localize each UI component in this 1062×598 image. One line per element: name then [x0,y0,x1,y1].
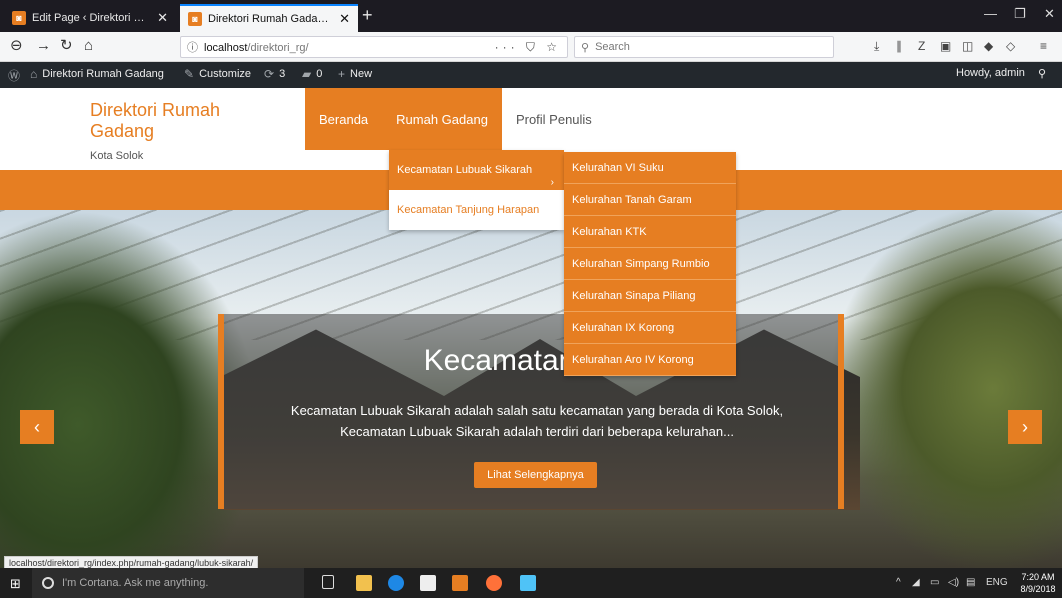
wordpress-logo-icon[interactable]: Ⓦ [8,67,20,84]
slider-prev-button[interactable]: ‹ [20,410,54,444]
store-icon[interactable] [420,575,436,591]
url-bar[interactable]: ⓘ localhost/direktori_rg/ ··· ⛉ ☆ [180,36,568,58]
submenu-item-simpang-rumbio[interactable]: Kelurahan Simpang Rumbio [564,248,736,280]
xampp-icon[interactable] [452,575,468,591]
tab-close-icon[interactable]: ✕ [157,10,168,26]
zotero-icon[interactable]: Z [918,39,925,53]
download-icon[interactable]: ⤓ [874,39,879,54]
comment-icon: ▰ [302,67,312,81]
home-icon[interactable]: ⌂ [84,38,93,54]
extension-icon[interactable]: ◆ [984,39,993,53]
app-icon[interactable] [520,575,536,591]
system-clock[interactable]: 7:20 AM 8/9/2018 [1016,571,1060,595]
site-description: Kota Solok [90,150,144,162]
dashboard-icon: ⌂ [30,67,38,81]
tab-direktori-active[interactable]: ◙ Direktori Rumah Gadang – Kot ✕ [180,4,358,32]
battery-icon[interactable]: ▭ [930,577,939,588]
cortana-placeholder: I'm Cortana. Ask me anything. [62,577,209,589]
browser-nav-bar: ⊖ → ↻ ⌂ ⓘ localhost/direktori_rg/ ··· ⛉ … [0,32,1062,62]
search-placeholder: Search [595,41,630,53]
admin-updates[interactable]: ⟳ 3 [264,67,285,81]
firefox-icon[interactable] [486,575,502,591]
site-favicon-icon: ◙ [188,12,202,26]
forward-icon[interactable]: → [36,38,51,54]
submenu-item-tanah-garam[interactable]: Kelurahan Tanah Garam [564,184,736,216]
plus-icon: + [338,67,346,81]
search-input[interactable]: ⚲ Search [574,36,834,58]
cortana-icon [42,577,54,589]
read-more-button[interactable]: Lihat Selengkapnya [474,462,597,488]
admin-search-icon[interactable]: ⚲ [1038,67,1046,80]
submenu-kecamatan: Kecamatan Lubuak Sikarah › Kecamatan Tan… [389,150,564,230]
menu-icon[interactable]: ≡ [1040,39,1047,53]
wp-admin-bar: Ⓦ ⌂ Direktori Rumah Gadang ✎ Customize ⟳… [0,62,1062,88]
browser-tab-bar: ◙ Edit Page ‹ Direktori Rumah Ga ✕ ◙ Dir… [0,0,1062,32]
submenu-item-vi-suku[interactable]: Kelurahan VI Suku [564,152,736,184]
task-view-icon[interactable] [322,575,334,589]
file-explorer-icon[interactable] [356,575,372,591]
slider-text-line: Kecamatan Lubuak Sikarah adalah terdiri … [340,424,734,439]
hero-image-tree [832,210,1062,568]
submenu-item-aro-iv-korong[interactable]: Kelurahan Aro IV Korong [564,344,736,376]
windows-taskbar: ⊞ I'm Cortana. Ask me anything. ^ ◢ ▭ ◁)… [0,568,1062,598]
network-icon[interactable]: ◢ [912,577,920,588]
notification-icon[interactable]: ▤ [966,577,975,588]
submenu-item-ix-korong[interactable]: Kelurahan IX Korong [564,312,736,344]
slider-title: Kecamatan Lubu [423,344,651,377]
admin-site-name[interactable]: ⌂ Direktori Rumah Gadang [30,67,164,81]
submenu-kelurahan: Kelurahan VI Suku Kelurahan Tanah Garam … [564,152,736,376]
tab-label: Edit Page ‹ Direktori Rumah Ga [32,12,151,24]
nav-item-rumah-gadang[interactable]: Rumah Gadang [382,88,502,150]
page-actions-icon[interactable]: ··· ⛉ ☆ [495,40,561,55]
admin-howdy[interactable]: Howdy, admin [956,67,1025,79]
extension-icon[interactable]: ◇ [1006,39,1015,53]
windows-start-icon[interactable]: ⊞ [10,576,21,592]
restore-icon[interactable]: ❐ [1014,6,1026,22]
screenshot-icon[interactable]: ◫ [962,39,973,53]
site-favicon-icon: ◙ [12,11,26,25]
slider-next-button[interactable]: › [1008,410,1042,444]
back-icon[interactable]: ⊖ [10,38,23,54]
reload-icon[interactable]: ↻ [60,38,73,54]
nav-item-profil-penulis[interactable]: Profil Penulis [502,88,606,150]
volume-icon[interactable]: ◁) [948,577,959,588]
chevron-right-icon: › [550,177,554,188]
updates-icon: ⟳ [264,67,275,81]
site-info-icon[interactable]: ⓘ [187,39,198,55]
sidebar-icon[interactable]: ▣ [940,39,951,53]
admin-comments[interactable]: ▰ 0 [302,67,322,81]
admin-new[interactable]: + New [338,67,372,81]
tab-close-icon[interactable]: ✕ [339,11,350,27]
url-host: localhost [204,42,248,54]
tab-edit-page[interactable]: ◙ Edit Page ‹ Direktori Rumah Ga ✕ [4,4,176,32]
submenu-item-ktk[interactable]: Kelurahan KTK [564,216,736,248]
submenu-item-sinapa-piliang[interactable]: Kelurahan Sinapa Piliang [564,280,736,312]
slider-text-line: Kecamatan Lubuak Sikarah adalah salah sa… [290,403,784,418]
edge-icon[interactable] [388,575,404,591]
url-path: /direktori_rg/ [247,42,309,54]
slider-text: Kecamatan Lubuak Sikarah adalah salah sa… [244,400,830,442]
close-window-icon[interactable]: ✕ [1044,6,1055,22]
submenu-item-tanjung-harapan[interactable]: Kecamatan Tanjung Harapan [389,190,564,230]
admin-customize[interactable]: ✎ Customize [184,67,251,81]
brush-icon: ✎ [184,67,195,81]
new-tab-button[interactable]: + [362,6,373,24]
submenu-item-lubuak-sikarah[interactable]: Kecamatan Lubuak Sikarah › [389,150,564,190]
tab-label: Direktori Rumah Gadang – Kot [208,13,333,25]
library-icon[interactable]: ∥ [896,39,902,53]
language-indicator[interactable]: ENG [986,577,1008,588]
cortana-search-input[interactable]: I'm Cortana. Ask me anything. [32,568,304,598]
tray-chevron-icon[interactable]: ^ [896,577,901,588]
search-icon: ⚲ [581,41,590,54]
nav-item-beranda[interactable]: Beranda [305,88,383,150]
site-title[interactable]: Direktori Rumah Gadang [90,100,260,142]
hero-slider: Kecamatan Lubu Kecamatan Lubuak Sikarah … [0,210,1062,568]
main-navigation: Beranda Rumah Gadang Profil Penulis [305,88,606,150]
slider-caption: Kecamatan Lubu Kecamatan Lubuak Sikarah … [218,314,844,509]
minimize-icon[interactable]: — [984,6,997,21]
